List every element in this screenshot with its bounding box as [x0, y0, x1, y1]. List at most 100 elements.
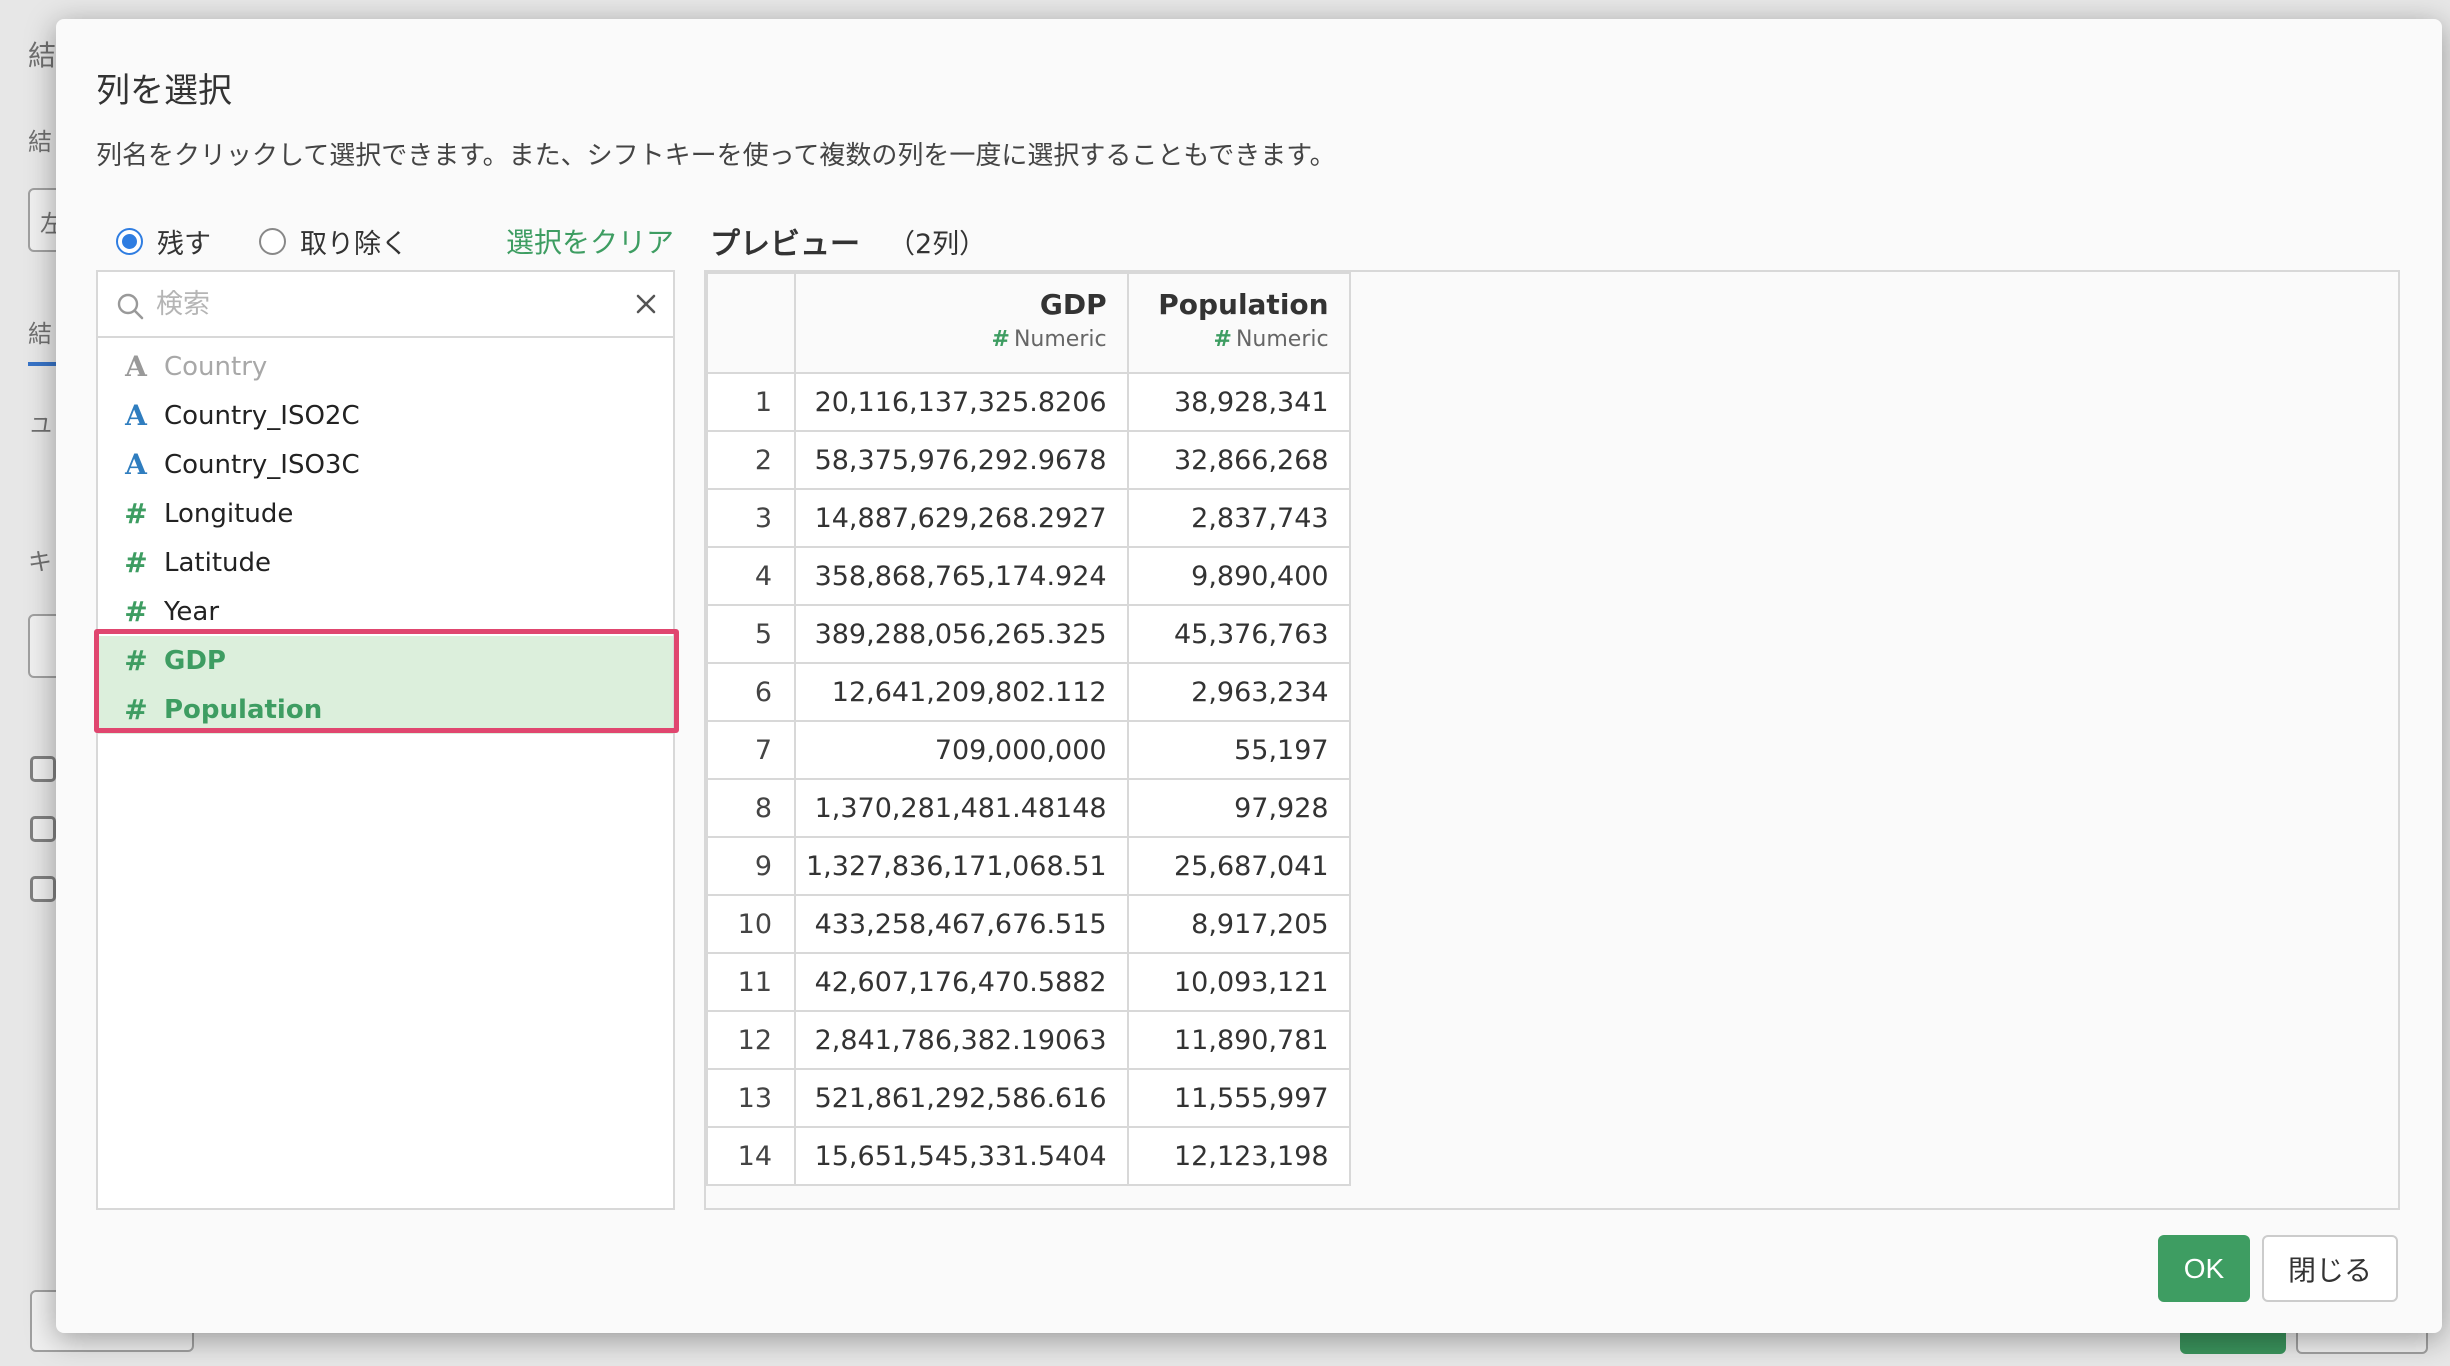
row-number-cell: 2: [706, 430, 796, 490]
gdp-cell: 358,868,765,174.924: [794, 546, 1129, 606]
row-number-cell: 3: [706, 488, 796, 548]
population-cell: 11,555,997: [1126, 1068, 1351, 1128]
population-cell: 12,123,198: [1126, 1126, 1351, 1186]
column-type-label: Numeric: [1235, 327, 1329, 352]
keep-radio[interactable]: 残す: [116, 222, 211, 261]
row-number-cell: 12: [706, 1010, 796, 1070]
row-number-cell: 14: [706, 1126, 796, 1186]
string-type-icon: A: [125, 350, 147, 383]
preview-table: GDP # Numeric Population # Numeric 1 20,116…: [706, 272, 1351, 1186]
gdp-cell: 58,375,976,292.9678: [794, 430, 1129, 490]
table-row: 10 433,258,467,676.515 8,917,205: [706, 894, 1351, 954]
numeric-type-icon: #: [124, 644, 148, 677]
select-columns-dialog: 列を選択 列名をクリックして選択できます。また、シフトキーを使って複数の列を一度…: [56, 19, 2442, 1333]
table-row: 6 12,641,209,802.112 2,963,234: [706, 662, 1351, 722]
row-number-cell: 9: [706, 836, 796, 896]
search-box: [98, 272, 673, 338]
dialog-description: 列名をクリックして選択できます。また、シフトキーを使って複数の列を一度に選択する…: [96, 141, 1336, 171]
gdp-cell: 42,607,176,470.5882: [794, 952, 1129, 1012]
table-row: 1 20,116,137,325.8206 38,928,341: [706, 372, 1351, 432]
column-name: Country_ISO3C: [164, 449, 360, 480]
population-cell: 11,890,781: [1126, 1010, 1351, 1070]
column-name: Country: [164, 351, 268, 382]
keep-radio-label[interactable]: 残す: [157, 222, 211, 261]
gdp-cell: 14,887,629,268.2927: [794, 488, 1129, 548]
table-row: 3 14,887,629,268.2927 2,837,743: [706, 488, 1351, 548]
preview-table-body: 1 20,116,137,325.8206 38,928,341 2 58,375,97…: [706, 372, 1351, 1186]
column-name: Latitude: [164, 547, 272, 578]
population-cell: 9,890,400: [1126, 546, 1351, 606]
population-cell: 45,376,763: [1126, 604, 1351, 664]
table-row: 12 2,841,786,382.19063 11,890,781: [706, 1010, 1351, 1070]
radio-unchecked-icon[interactable]: [259, 227, 286, 255]
gdp-cell: 1,370,281,481.48148: [794, 778, 1129, 838]
column-item-population[interactable]: # Population: [98, 685, 673, 734]
numeric-type-icon: #: [1213, 327, 1232, 352]
population-cell: 97,928: [1126, 778, 1351, 838]
gdp-cell: 709,000,000: [794, 720, 1129, 780]
row-number-cell: 4: [706, 546, 796, 606]
mode-radio-group: 残す 取り除く: [116, 221, 456, 261]
row-number-cell: 7: [706, 720, 796, 780]
dialog-title: 列を選択: [96, 71, 232, 111]
clear-selection-link[interactable]: 選択をクリア: [506, 221, 674, 261]
gdp-cell: 1,327,836,171,068.51: [794, 836, 1129, 896]
numeric-type-icon: #: [124, 595, 148, 628]
column-item-country-iso2c[interactable]: A Country_ISO2C: [98, 391, 673, 440]
column-list-panel: A Country A Country_ISO2C A Country_ISO3…: [96, 270, 675, 1210]
table-row: 2 58,375,976,292.9678 32,866,268: [706, 430, 1351, 490]
ok-button[interactable]: OK: [2158, 1235, 2250, 1302]
column-item-country[interactable]: A Country: [98, 342, 673, 391]
string-type-icon: A: [125, 448, 147, 481]
search-input[interactable]: [156, 282, 596, 326]
column-header-type: # Numeric: [808, 327, 1107, 352]
gdp-cell: 521,861,292,586.616: [794, 1068, 1129, 1128]
column-item-country-iso3c[interactable]: A Country_ISO3C: [98, 440, 673, 489]
population-cell: 10,093,121: [1126, 952, 1351, 1012]
gdp-cell: 433,258,467,676.515: [794, 894, 1129, 954]
numeric-type-icon: #: [124, 546, 148, 579]
close-button[interactable]: 閉じる: [2262, 1235, 2398, 1302]
row-number-cell: 8: [706, 778, 796, 838]
numeric-type-icon: #: [124, 497, 148, 530]
column-list: A Country A Country_ISO2C A Country_ISO3…: [98, 342, 673, 734]
column-name: GDP: [164, 645, 226, 676]
preview-table-panel[interactable]: GDP # Numeric Population # Numeric 1 20,116…: [704, 270, 2400, 1210]
numeric-type-icon: #: [991, 327, 1010, 352]
population-cell: 25,687,041: [1126, 836, 1351, 896]
row-number-header: [706, 272, 796, 374]
column-type-label: Numeric: [1013, 327, 1107, 352]
table-row: 5 389,288,056,265.325 45,376,763: [706, 604, 1351, 664]
gdp-cell: 20,116,137,325.8206: [794, 372, 1129, 432]
remove-radio[interactable]: 取り除く: [259, 222, 408, 261]
table-row: 8 1,370,281,481.48148 97,928: [706, 778, 1351, 838]
search-icon: [117, 293, 144, 320]
table-row: 7 709,000,000 55,197: [706, 720, 1351, 780]
column-item-latitude[interactable]: # Latitude: [98, 538, 673, 587]
column-item-longitude[interactable]: # Longitude: [98, 489, 673, 538]
column-header-type: # Numeric: [1141, 327, 1329, 352]
gdp-cell: 389,288,056,265.325: [794, 604, 1129, 664]
table-row: 14 15,651,545,331.5404 12,123,198: [706, 1126, 1351, 1186]
table-row: 13 521,861,292,586.616 11,555,997: [706, 1068, 1351, 1128]
remove-radio-label[interactable]: 取り除く: [300, 222, 408, 261]
column-header-population: Population # Numeric: [1126, 272, 1351, 374]
numeric-type-icon: #: [124, 693, 148, 726]
close-icon[interactable]: [634, 292, 658, 316]
gdp-cell: 15,651,545,331.5404: [794, 1126, 1129, 1186]
column-name: Population: [164, 694, 323, 725]
table-row: 11 42,607,176,470.5882 10,093,121: [706, 952, 1351, 1012]
column-name: Year: [164, 596, 220, 627]
preview-column-count: （2列）: [888, 229, 987, 260]
row-number-cell: 6: [706, 662, 796, 722]
string-type-icon: A: [125, 399, 147, 432]
preview-title: プレビュー: [710, 227, 860, 262]
table-row: 9 1,327,836,171,068.51 25,687,041: [706, 836, 1351, 896]
row-number-cell: 5: [706, 604, 796, 664]
column-item-gdp[interactable]: # GDP: [98, 636, 673, 685]
radio-checked-icon[interactable]: [116, 227, 143, 255]
column-item-year[interactable]: # Year: [98, 587, 673, 636]
row-number-cell: 13: [706, 1068, 796, 1128]
population-cell: 38,928,341: [1126, 372, 1351, 432]
population-cell: 2,837,743: [1126, 488, 1351, 548]
